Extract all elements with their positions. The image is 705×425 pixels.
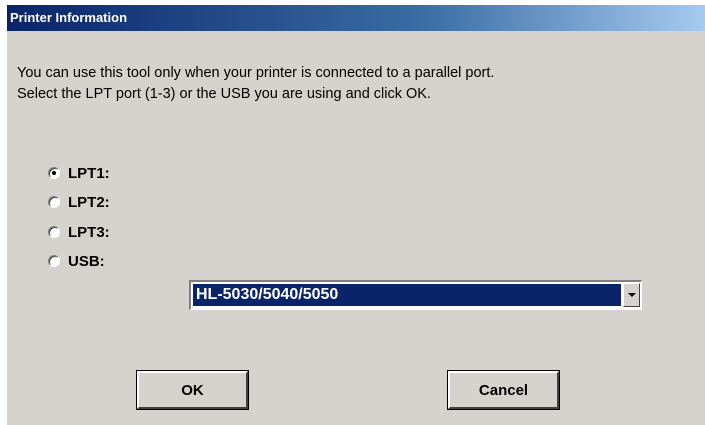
radio-label-lpt1[interactable]: LPT1:: [68, 165, 110, 182]
radio-lpt3[interactable]: LPT3:: [48, 222, 110, 242]
radio-lpt2[interactable]: LPT2:: [48, 192, 110, 212]
instructions-line-2: Select the LPT port (1-3) or the USB you…: [17, 86, 431, 102]
chevron-down-icon: [627, 293, 636, 297]
printer-model-value[interactable]: HL-5030/5040/5050: [193, 284, 621, 306]
radio-label-usb[interactable]: USB:: [68, 253, 105, 270]
radio-button-lpt1[interactable]: [48, 167, 60, 179]
instructions-text: You can use this tool only when your pri…: [17, 63, 494, 105]
radio-button-usb[interactable]: [48, 255, 60, 267]
radio-label-lpt3[interactable]: LPT3:: [68, 224, 110, 241]
printer-information-dialog: Printer Information You can use this too…: [7, 5, 705, 425]
cancel-button[interactable]: Cancel: [447, 370, 560, 410]
printer-model-select[interactable]: HL-5030/5040/5050: [189, 280, 642, 310]
ok-button[interactable]: OK: [136, 370, 249, 410]
radio-lpt1[interactable]: LPT1:: [48, 163, 110, 183]
radio-button-lpt3[interactable]: [48, 226, 60, 238]
radio-button-lpt2[interactable]: [48, 196, 60, 208]
window-title: Printer Information: [10, 10, 128, 25]
radio-usb[interactable]: USB:: [48, 251, 105, 271]
radio-label-lpt2[interactable]: LPT2:: [68, 194, 110, 211]
dropdown-button[interactable]: [623, 283, 640, 307]
title-bar[interactable]: Printer Information: [7, 5, 705, 31]
instructions-line-1: You can use this tool only when your pri…: [17, 65, 495, 81]
